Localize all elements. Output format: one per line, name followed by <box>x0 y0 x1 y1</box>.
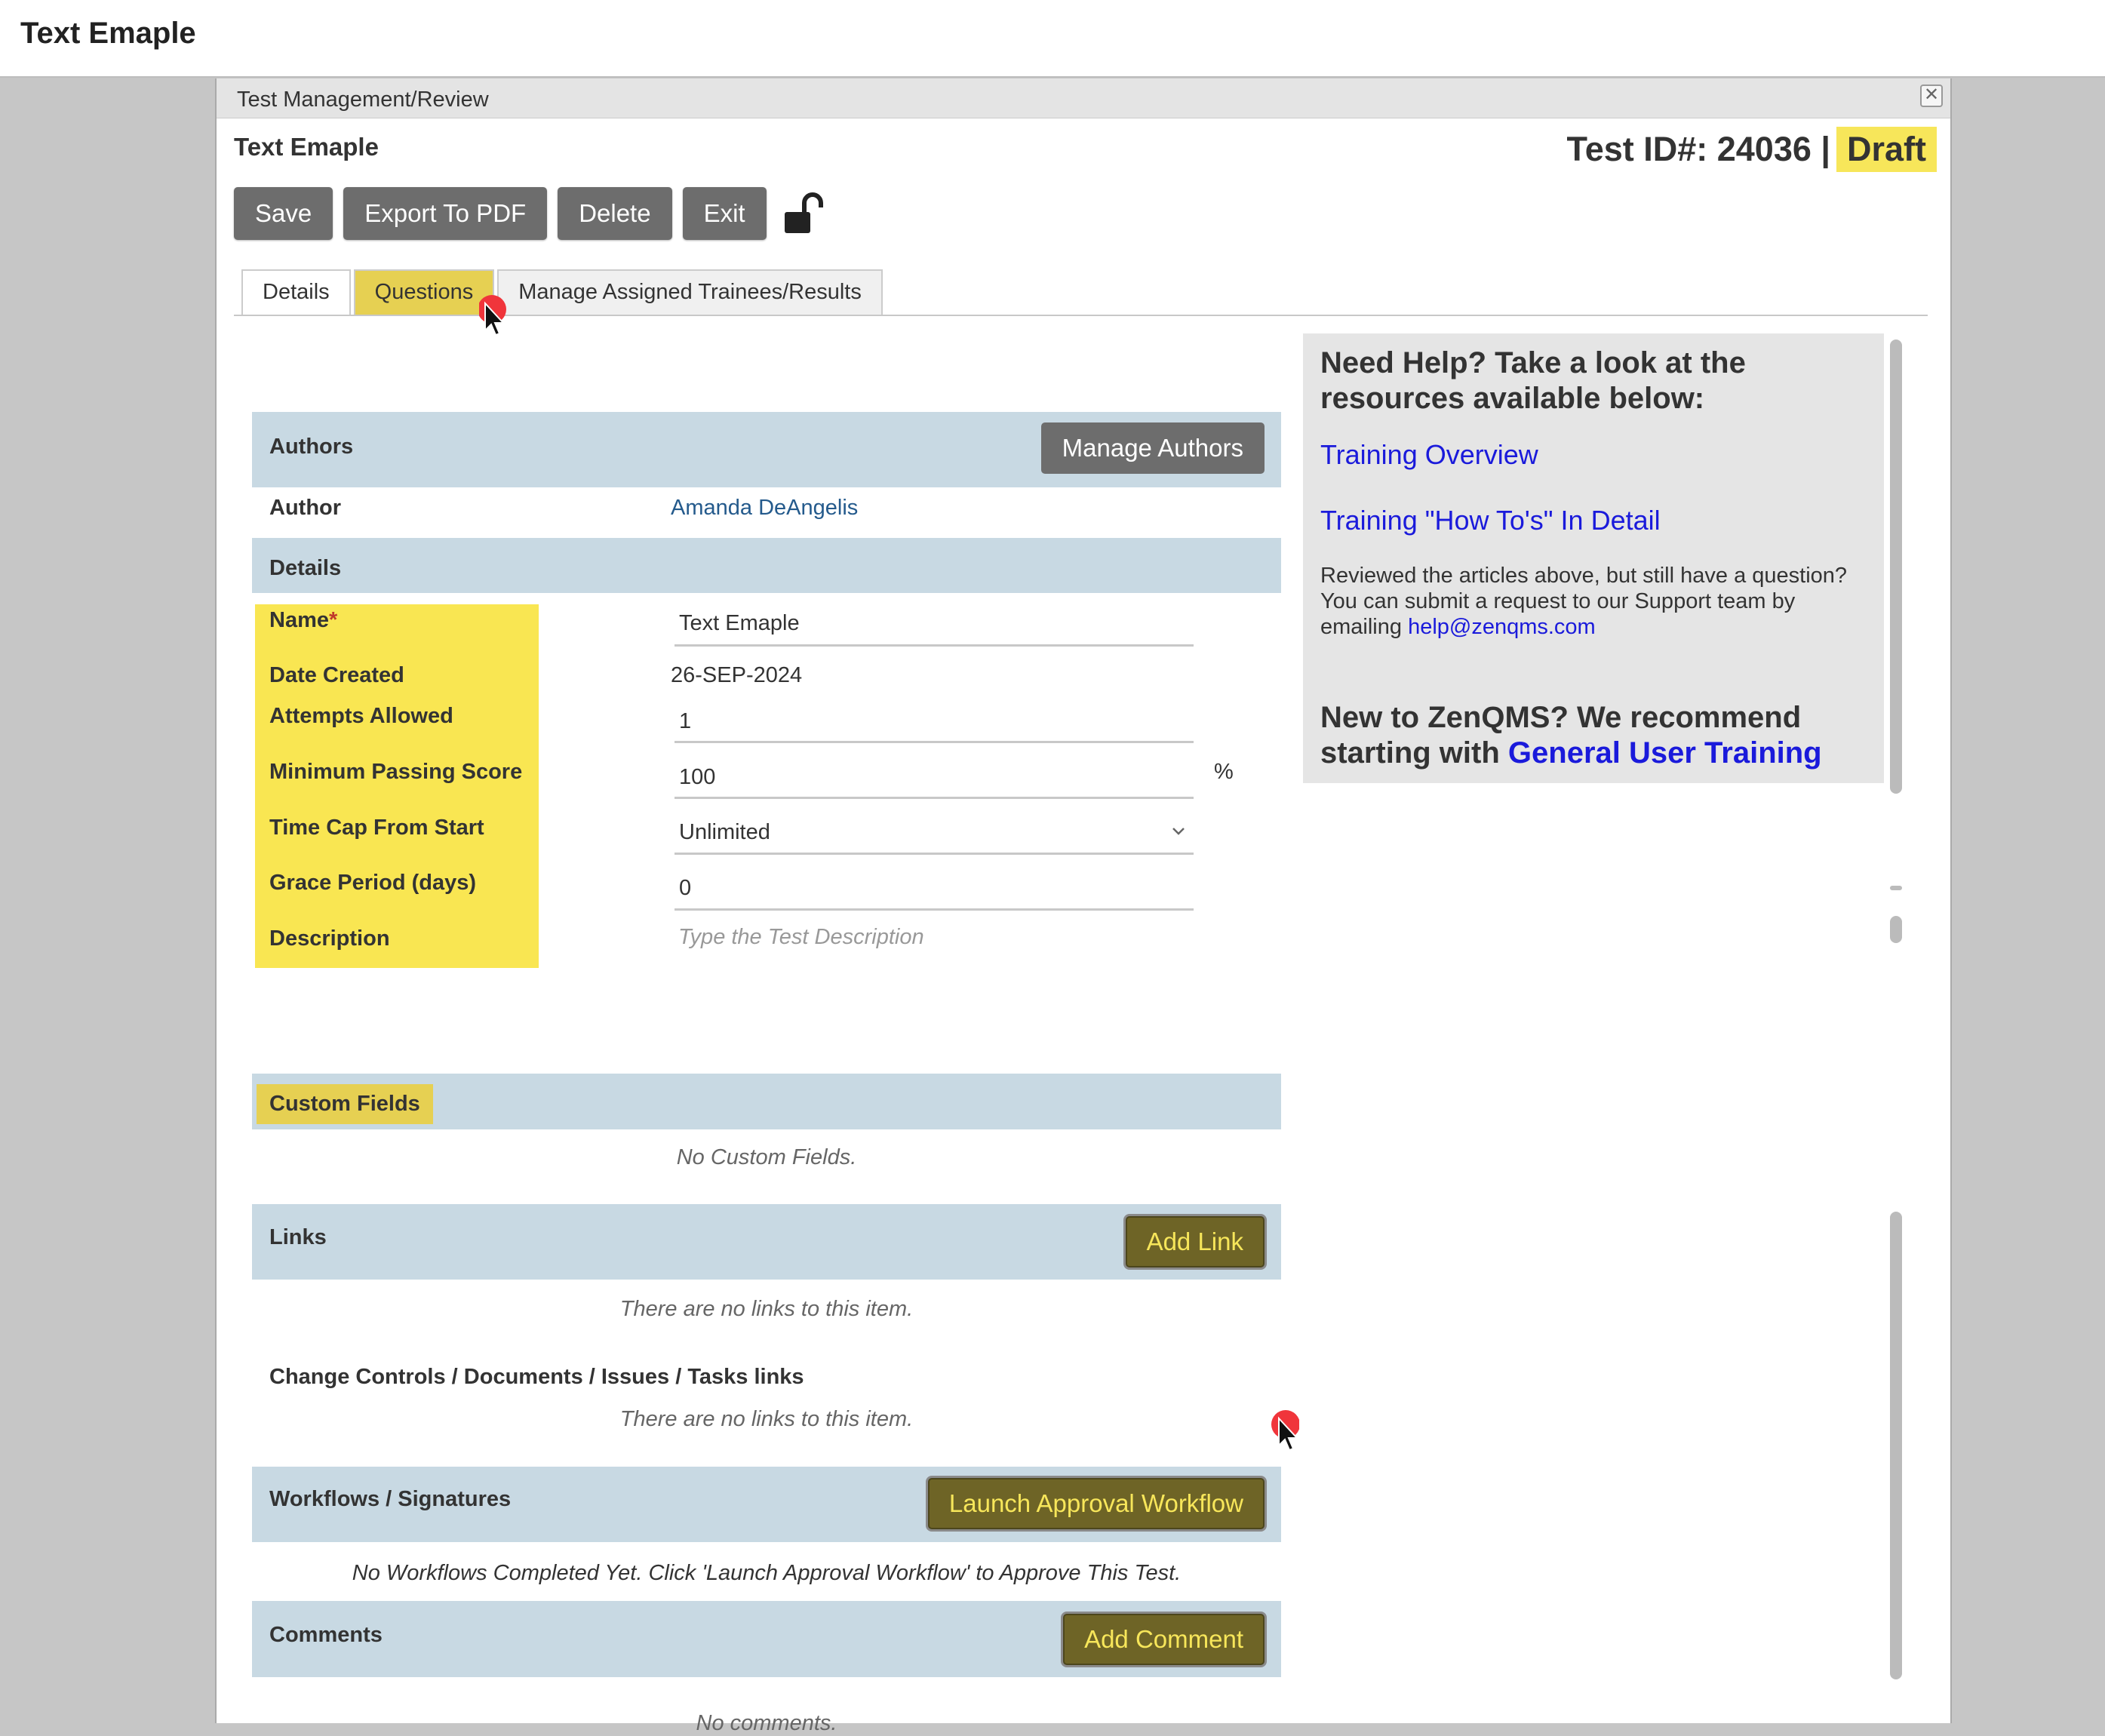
author-label: Author <box>269 496 342 520</box>
date-created-value: 26-SEP-2024 <box>671 663 803 687</box>
date-created-label: Date Created <box>269 663 404 687</box>
custom-fields-empty: No Custom Fields. <box>676 1145 857 1169</box>
time-cap-select[interactable]: Unlimited <box>675 811 1194 855</box>
attempts-allowed-field[interactable]: 1 <box>675 701 1194 743</box>
workflows-header: Workflows / Signatures <box>269 1487 512 1511</box>
page-header: Text Emaple <box>0 0 2105 78</box>
modal-titlebar: Test Management/Review ✕ <box>217 78 1950 118</box>
test-id: Test ID#: 24036 | Draft <box>1567 127 1937 172</box>
modal-scrollbar[interactable] <box>1890 1212 1902 1679</box>
authors-header: Authors <box>269 435 354 459</box>
close-icon[interactable]: ✕ <box>1920 84 1943 107</box>
save-button[interactable]: Save <box>234 187 333 240</box>
comments-empty: No comments. <box>696 1711 837 1735</box>
toolbar: Save Export To PDF Delete Exit <box>234 187 830 240</box>
percent-sign: % <box>1214 760 1234 784</box>
workflows-empty: No Workflows Completed Yet. Click 'Launc… <box>352 1561 1182 1585</box>
grace-period-label: Grace Period (days) <box>269 871 476 895</box>
export-pdf-button[interactable]: Export To PDF <box>343 187 548 240</box>
field-labels-highlight <box>255 604 539 968</box>
click-indicator-icon <box>479 295 506 336</box>
tab-details[interactable]: Details <box>241 269 351 316</box>
test-id-label: Test ID#: 24036 | <box>1566 130 1830 168</box>
page-title: Text Emaple <box>20 17 196 50</box>
chevron-down-icon <box>1172 828 1185 835</box>
description-label: Description <box>269 926 390 951</box>
general-user-training-link[interactable]: General User Training <box>1508 736 1822 770</box>
workflows-section-header: Workflows / Signatures Launch Approval W… <box>252 1467 1281 1542</box>
training-overview-link[interactable]: Training Overview <box>1320 439 1538 471</box>
change-controls-empty: There are no links to this item. <box>619 1407 914 1431</box>
test-management-modal: Test Management/Review ✕ Text Emaple Tes… <box>215 78 1952 1735</box>
custom-fields-header: Custom Fields <box>257 1084 433 1124</box>
support-email-link[interactable]: help@zenqms.com <box>1408 615 1596 639</box>
new-to-zenqms: New to ZenQMS? We recommend starting wit… <box>1320 701 1822 770</box>
min-passing-score-field[interactable]: 100 <box>675 757 1194 799</box>
grace-period-field[interactable]: 0 <box>675 867 1194 911</box>
links-header: Links <box>269 1225 327 1249</box>
details-header: Details <box>269 556 342 580</box>
modal-title: Test Management/Review <box>237 88 489 112</box>
add-link-button[interactable]: Add Link <box>1125 1216 1265 1267</box>
click-indicator-icon <box>1271 1410 1299 1452</box>
description-field[interactable]: Type the Test Description <box>678 925 924 950</box>
status-badge: Draft <box>1836 127 1937 172</box>
help-text: Reviewed the articles above, but still h… <box>1320 564 1848 639</box>
add-comment-button[interactable]: Add Comment <box>1063 1614 1265 1665</box>
comments-header: Comments <box>269 1623 383 1647</box>
tab-bar: Details Questions Manage Assigned Traine… <box>241 269 886 316</box>
launch-approval-workflow-button[interactable]: Launch Approval Workflow <box>927 1478 1265 1529</box>
test-name-heading: Text Emaple <box>234 133 379 161</box>
scroll-up-arrow[interactable] <box>1890 886 1902 890</box>
links-empty: There are no links to this item. <box>619 1297 914 1321</box>
author-name-link[interactable]: Amanda DeAngelis <box>671 496 858 521</box>
authors-section-header: Authors Manage Authors <box>252 412 1281 487</box>
exit-button[interactable]: Exit <box>682 187 767 240</box>
tab-manage-trainees[interactable]: Manage Assigned Trainees/Results <box>497 269 883 315</box>
change-controls-header: Change Controls / Documents / Issues / T… <box>269 1365 804 1389</box>
links-section-header: Links Add Link <box>252 1204 1281 1280</box>
help-panel: Need Help? Take a look at the resources … <box>1303 333 1884 783</box>
time-cap-label: Time Cap From Start <box>269 816 484 840</box>
training-how-tos-link[interactable]: Training "How To's" In Detail <box>1320 505 1661 536</box>
unlock-icon[interactable] <box>782 189 830 238</box>
help-heading: Need Help? Take a look at the resources … <box>1320 346 1746 415</box>
details-section-header: Details <box>252 538 1281 593</box>
custom-fields-section-header: Custom Fields <box>252 1074 1281 1129</box>
name-field[interactable]: Text Emaple <box>675 604 1194 647</box>
delete-button[interactable]: Delete <box>558 187 672 240</box>
tab-questions[interactable]: Questions <box>353 269 495 315</box>
manage-authors-button[interactable]: Manage Authors <box>1040 422 1265 474</box>
comments-section-header: Comments Add Comment <box>252 1601 1281 1677</box>
name-label: Name* <box>269 608 338 632</box>
attempts-allowed-label: Attempts Allowed <box>269 704 453 728</box>
help-scrollbar[interactable] <box>1890 340 1902 794</box>
scroll-handle[interactable] <box>1890 916 1902 943</box>
min-passing-score-label: Minimum Passing Score <box>269 760 523 784</box>
